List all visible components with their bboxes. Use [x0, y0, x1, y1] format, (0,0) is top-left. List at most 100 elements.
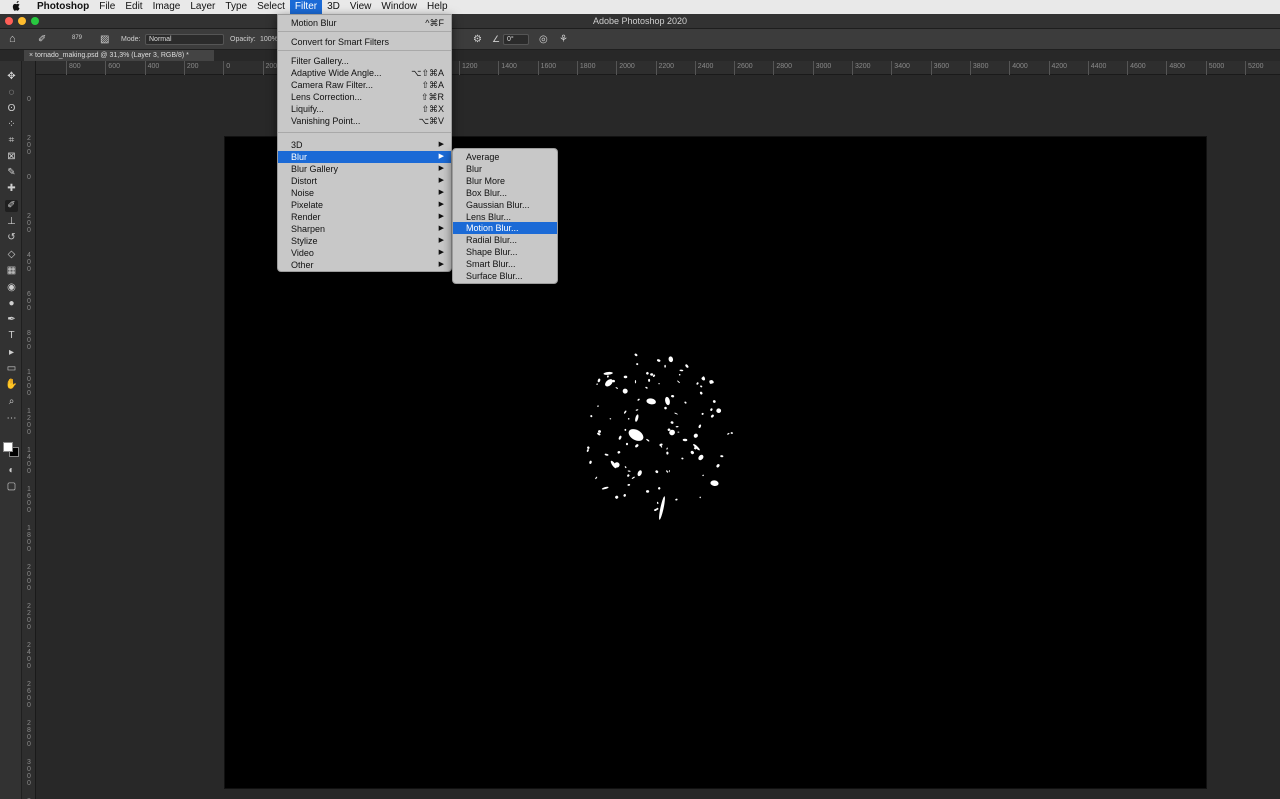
filter-menu-item-camera-raw-filter[interactable]: Camera Raw Filter... ⇧⌘A — [278, 79, 451, 91]
ruler-tick-label: 2800 — [773, 61, 792, 75]
blur-menu-item-average[interactable]: Average — [453, 151, 557, 163]
tab-close-icon[interactable]: × — [29, 52, 33, 59]
filter-menu-item-other[interactable]: Other ▶ — [278, 259, 451, 271]
filter-menu-item-sharpen[interactable]: Sharpen ▶ — [278, 223, 451, 235]
move-icon[interactable]: ✥ — [5, 71, 18, 83]
filter-menu-item-video[interactable]: Video ▶ — [278, 247, 451, 259]
type-icon[interactable]: T — [5, 330, 18, 342]
ruler-tick-label: 2 0 0 — [27, 213, 31, 234]
blur-menu-item-blur[interactable]: Blur — [453, 163, 557, 175]
menu-select[interactable]: Select — [252, 0, 290, 14]
blur-menu-item-gaussian-blur[interactable]: Gaussian Blur... — [453, 199, 557, 211]
marquee-icon[interactable]: ◌ — [5, 87, 18, 99]
vertical-ruler[interactable]: 0 2 0 0 0 2 0 0 4 0 0 6 0 0 8 0 0 1 0 0 0 1 2 0 … — [22, 61, 36, 799]
particle — [606, 375, 609, 378]
menu-layer[interactable]: Layer — [185, 0, 220, 14]
ruler-tick-label: 3400 — [891, 61, 910, 75]
brush-panel-icon[interactable]: ▨ — [100, 29, 109, 50]
menu-window[interactable]: Window — [376, 0, 422, 14]
path-select-icon[interactable]: ▸ — [5, 347, 18, 359]
menu-item-label: Vanishing Point... — [291, 116, 361, 126]
angle-input[interactable]: 0° — [503, 34, 529, 45]
particle — [664, 364, 666, 368]
pen-icon[interactable]: ✒ — [5, 314, 18, 326]
blur-menu-item-blur-more[interactable]: Blur More — [453, 175, 557, 187]
gradient-icon[interactable]: ▦ — [5, 265, 18, 277]
filter-menu-item-render[interactable]: Render ▶ — [278, 211, 451, 223]
quick-select-icon[interactable]: ⁘ — [5, 119, 18, 131]
pressure-icon[interactable]: ◎ — [539, 29, 548, 50]
menu-app-name[interactable]: Photoshop — [32, 0, 94, 14]
particle — [609, 418, 612, 420]
blur-menu-item-motion-blur[interactable]: Motion Blur... — [453, 222, 557, 235]
symmetry-icon[interactable]: ⚘ — [559, 29, 568, 50]
lasso-icon[interactable]: ʘ — [5, 103, 18, 115]
blur-tool-icon[interactable]: ◉ — [5, 282, 18, 294]
filter-menu-item-vanishing-point[interactable]: Vanishing Point... ⌥⌘V — [278, 115, 451, 127]
dodge-icon[interactable]: ● — [5, 298, 18, 310]
brush-icon[interactable]: ✐ — [5, 200, 18, 212]
ruler-tick-label: 2 4 0 0 — [27, 642, 31, 670]
hand-icon[interactable]: ✋ — [5, 379, 18, 391]
filter-menu-item-liquify[interactable]: Liquify... ⇧⌘X — [278, 103, 451, 115]
menu-file[interactable]: File — [94, 0, 120, 14]
brush-preset-icon[interactable]: ✐ — [38, 29, 46, 50]
filter-menu-item-filter-gallery[interactable]: Filter Gallery... — [278, 55, 451, 67]
ruler-tick-label: 3600 — [930, 61, 949, 75]
more-icon[interactable]: ⋯ — [5, 413, 18, 425]
filter-menu-item-convert-for-smart-filters[interactable]: Convert for Smart Filters — [278, 36, 451, 48]
particle — [634, 353, 638, 357]
mode-select[interactable]: Normal — [145, 34, 224, 45]
home-icon[interactable]: ⌂ — [9, 29, 16, 50]
eyedropper-icon[interactable]: ✎ — [5, 167, 18, 179]
filter-menu-item-distort[interactable]: Distort ▶ — [278, 175, 451, 187]
blur-menu-item-shape-blur[interactable]: Shape Blur... — [453, 246, 557, 258]
opacity-input[interactable]: 100% — [260, 29, 278, 50]
document-tab[interactable]: × tornado_making.psd @ 31,3% (Layer 3, R… — [24, 50, 214, 61]
filter-menu-item-pixelate[interactable]: Pixelate ▶ — [278, 199, 451, 211]
filter-menu-item-blur[interactable]: Blur ▶ — [278, 151, 451, 163]
filter-menu-item-lens-correction[interactable]: Lens Correction... ⇧⌘R — [278, 91, 451, 103]
filter-menu-item-motion-blur[interactable]: Motion Blur ^⌘F — [278, 17, 451, 29]
frame-icon[interactable]: ⊠ — [5, 151, 18, 163]
clone-stamp-icon[interactable]: ⊥ — [5, 216, 18, 228]
quick-mask-icon[interactable]: ◐ — [5, 465, 18, 477]
rectangle-icon[interactable]: ▭ — [5, 363, 18, 375]
filter-menu-item-3d[interactable]: 3D ▶ — [278, 139, 451, 151]
blur-menu-item-radial-blur[interactable]: Radial Blur... — [453, 234, 557, 246]
particle — [730, 432, 733, 434]
particle — [681, 457, 684, 460]
filter-menu-item-blur-gallery[interactable]: Blur Gallery ▶ — [278, 163, 451, 175]
blur-menu-item-surface-blur[interactable]: Surface Blur... — [453, 270, 557, 282]
submenu-arrow-icon: ▶ — [438, 177, 444, 184]
filter-menu-item-stylize[interactable]: Stylize ▶ — [278, 235, 451, 247]
blur-menu-item-smart-blur[interactable]: Smart Blur... — [453, 258, 557, 270]
healing-icon[interactable]: ✚ — [5, 183, 18, 195]
menu-help[interactable]: Help — [422, 0, 453, 14]
blur-menu-item-lens-blur[interactable]: Lens Blur... — [453, 211, 557, 223]
brush-size-value[interactable]: 879 — [72, 33, 82, 43]
menu-edit[interactable]: Edit — [120, 0, 147, 14]
apple-logo-icon[interactable] — [0, 0, 32, 14]
submenu-arrow-icon: ▶ — [438, 237, 444, 244]
submenu-arrow-icon: ▶ — [438, 225, 444, 232]
horizontal-ruler[interactable]: 8006004002000200400600800100012001400160… — [36, 61, 1280, 75]
screen-mode-icon[interactable]: ▢ — [5, 481, 18, 493]
menu-type[interactable]: Type — [220, 0, 252, 14]
filter-menu-item-noise[interactable]: Noise ▶ — [278, 187, 451, 199]
document-tab-title: tornado_making.psd @ 31,3% (Layer 3, RGB… — [35, 52, 189, 59]
eraser-icon[interactable]: ◇ — [5, 249, 18, 261]
particle — [656, 501, 659, 505]
crop-icon[interactable]: ⌗ — [5, 135, 18, 147]
foreground-color-swatch[interactable] — [3, 442, 13, 452]
settings-gear-icon[interactable]: ⚙ — [473, 29, 482, 50]
menu-view[interactable]: View — [345, 0, 377, 14]
menu-image[interactable]: Image — [148, 0, 186, 14]
filter-menu-item-adaptive-wide-angle[interactable]: Adaptive Wide Angle... ⌥⇧⌘A — [278, 67, 451, 79]
zoom-icon[interactable]: ⌕ — [5, 396, 18, 408]
history-brush-icon[interactable]: ↺ — [5, 232, 18, 244]
blur-menu-item-box-blur[interactable]: Box Blur... — [453, 187, 557, 199]
menu-3d[interactable]: 3D — [322, 0, 345, 14]
ruler-tick-label: 4 0 0 — [27, 252, 31, 273]
menu-filter[interactable]: Filter — [289, 0, 323, 14]
